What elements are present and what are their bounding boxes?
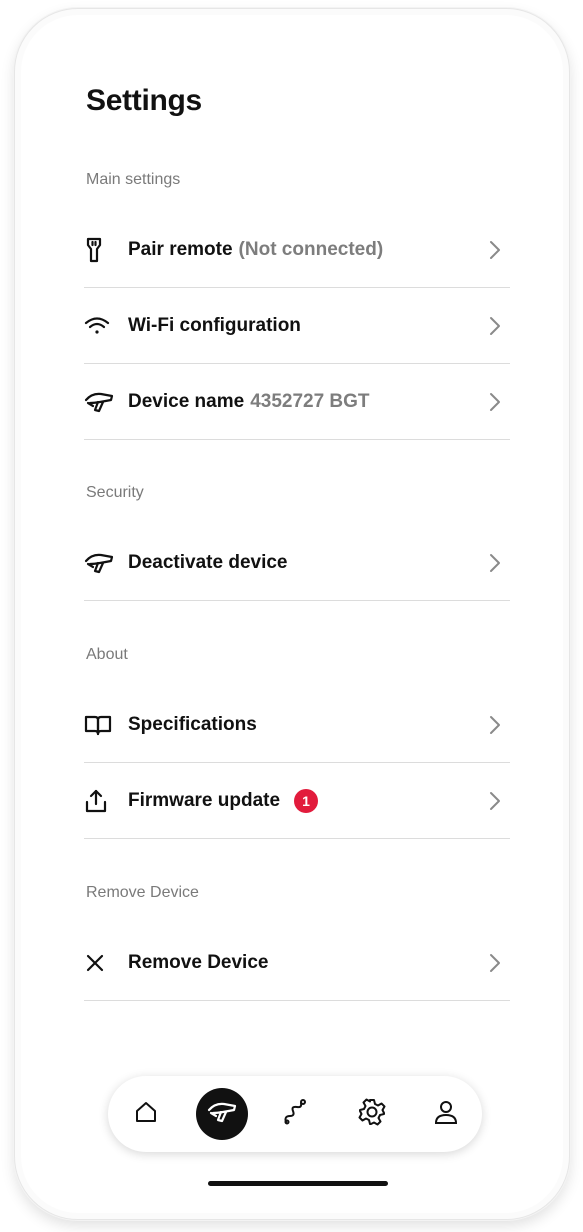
section-label-security: Security <box>86 484 144 501</box>
page-title: Settings <box>86 84 202 117</box>
styling-path-icon <box>282 1098 310 1131</box>
chevron-right-icon <box>488 239 502 261</box>
chevron-right-icon <box>488 790 502 812</box>
nav-styling-button[interactable] <box>270 1088 322 1140</box>
nav-device-button[interactable] <box>196 1088 248 1140</box>
notification-badge: 1 <box>294 788 319 813</box>
pair-remote-label: Pair remote <box>128 238 233 260</box>
book-icon <box>84 710 114 740</box>
specifications-row[interactable]: Specifications <box>84 687 510 763</box>
close-icon <box>84 948 114 978</box>
nav-home-button[interactable] <box>120 1088 172 1140</box>
remove-device-row[interactable]: Remove Device <box>84 925 510 1001</box>
deactivate-device-row[interactable]: Deactivate device <box>84 525 510 601</box>
chevron-right-icon <box>488 552 502 574</box>
nav-settings-button[interactable] <box>346 1088 398 1140</box>
chevron-right-icon <box>488 952 502 974</box>
home-icon <box>134 1100 158 1129</box>
deactivate-device-label: Deactivate device <box>128 551 288 573</box>
specifications-label: Specifications <box>128 713 257 735</box>
pair-remote-row[interactable]: Pair remote (Not connected) <box>84 212 510 288</box>
remote-icon <box>84 235 114 265</box>
home-indicator[interactable] <box>208 1181 388 1186</box>
device-name-value: 4352727 BGT <box>250 390 370 412</box>
hair-dryer-icon <box>207 1101 237 1128</box>
wifi-configuration-row[interactable]: Wi-Fi configuration <box>84 288 510 364</box>
wifi-icon <box>84 311 114 341</box>
remove-device-label: Remove Device <box>128 951 269 973</box>
device-name-row[interactable]: Device name 4352727 BGT <box>84 364 510 440</box>
upload-icon <box>84 786 114 816</box>
gear-icon <box>358 1098 386 1131</box>
phone-frame <box>14 8 570 1220</box>
firmware-update-row[interactable]: Firmware update 1 <box>84 763 510 839</box>
chevron-right-icon <box>488 391 502 413</box>
hair-dryer-icon <box>84 387 114 417</box>
device-name-label: Device name <box>128 390 245 412</box>
user-icon <box>433 1098 459 1131</box>
chevron-right-icon <box>488 714 502 736</box>
chevron-right-icon <box>488 315 502 337</box>
section-label-main: Main settings <box>86 171 181 188</box>
wifi-configuration-label: Wi-Fi configuration <box>128 314 301 336</box>
bottom-nav-bar <box>108 1076 482 1152</box>
section-label-about: About <box>86 646 128 663</box>
nav-profile-button[interactable] <box>420 1088 472 1140</box>
firmware-update-label: Firmware update <box>128 789 281 811</box>
section-label-remove: Remove Device <box>86 884 199 901</box>
pair-remote-status: (Not connected) <box>238 238 384 260</box>
hair-dryer-icon <box>84 548 114 578</box>
